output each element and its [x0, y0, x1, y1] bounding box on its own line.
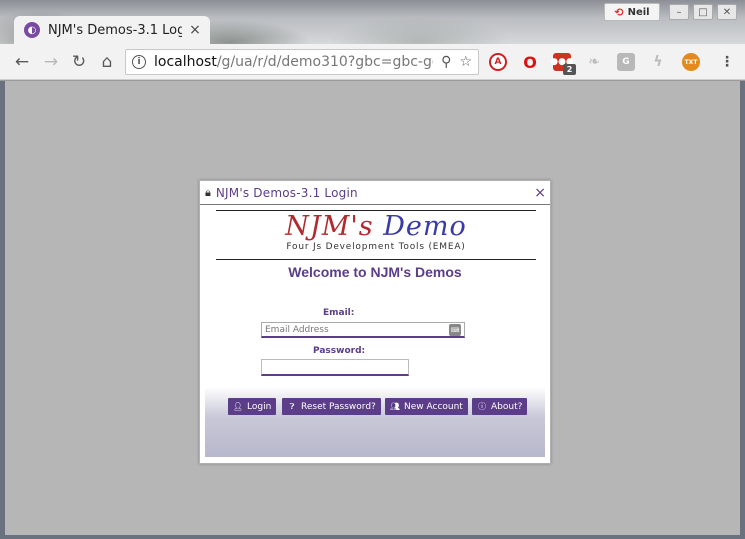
dialog-title: NJM's Demos-3.1 Login: [215, 185, 358, 200]
txt-extension-icon[interactable]: TXT: [682, 53, 700, 71]
header-divider: [204, 204, 547, 205]
app-favicon-icon: ◐: [24, 22, 40, 38]
tab-close-icon[interactable]: ×: [188, 22, 202, 38]
dialog-close-icon[interactable]: ×: [534, 185, 546, 201]
back-arrow-icon[interactable]: ←: [11, 51, 33, 73]
keyboard-icon[interactable]: ⌨: [449, 324, 461, 336]
logo: NJM's Demo Four Js Development Tools (EM…: [216, 211, 536, 259]
feather-extension-icon[interactable]: ❧: [585, 53, 603, 71]
question-icon: ❓︎: [289, 401, 295, 411]
new-account-label: New Account: [404, 401, 463, 412]
extension-badge-count: 2: [563, 64, 576, 75]
dialog-body: NJM's Demo Four Js Development Tools (EM…: [205, 207, 545, 457]
window-frame: [0, 535, 745, 539]
password-label: Password:: [313, 346, 366, 356]
forward-arrow-icon[interactable]: →: [40, 51, 62, 73]
login-dialog: 🔒︎ NJM's Demos-3.1 Login × NJM's Demo Fo…: [199, 180, 551, 464]
profile-button[interactable]: ⟲ Neil: [604, 3, 660, 21]
url-text: localhost/g/ua/r/d/demo310?gbc=gbc-gc: [154, 54, 434, 70]
new-account-button[interactable]: 👥︎ New Account: [385, 398, 468, 415]
info-icon: ⓘ: [478, 402, 486, 411]
close-window-button[interactable]: ✕: [717, 4, 737, 20]
reset-password-button[interactable]: ❓︎ Reset Password?: [282, 398, 381, 415]
zoom-search-icon[interactable]: ⚲: [441, 54, 451, 70]
bookmark-star-icon[interactable]: ☆: [459, 54, 472, 70]
sync-icon: ⟲: [614, 5, 624, 19]
address-bar[interactable]: i localhost/g/ua/r/d/demo310?gbc=gbc-gc …: [125, 49, 479, 75]
site-info-icon[interactable]: i: [132, 55, 146, 69]
window-frame: [740, 81, 745, 539]
opera-extension-icon[interactable]: O: [521, 53, 539, 72]
password-field[interactable]: [261, 359, 409, 376]
g-extension-icon[interactable]: G: [617, 53, 635, 71]
browser-tab[interactable]: ◐ NJM's Demos-3.1 Login ×: [14, 16, 210, 44]
profile-name: Neil: [627, 6, 650, 18]
lock-icon: 🔒︎: [205, 185, 211, 199]
add-user-icon: 👥︎: [389, 402, 401, 411]
menu-kebab-icon[interactable]: ⋮: [718, 53, 736, 71]
reset-password-label: Reset Password?: [301, 401, 376, 412]
tab-title: NJM's Demos-3.1 Login: [48, 22, 182, 38]
minimize-button[interactable]: –: [669, 4, 689, 20]
email-field[interactable]: [261, 322, 465, 338]
home-icon[interactable]: ⌂: [96, 51, 118, 73]
bolt-extension-icon[interactable]: ϟ: [649, 53, 667, 71]
about-button[interactable]: ⓘ About?: [472, 398, 528, 415]
login-button-label: Login: [247, 401, 272, 412]
adblock-extension-icon[interactable]: A: [489, 53, 507, 71]
welcome-heading: Welcome to NJM's Demos: [288, 264, 462, 280]
browser-titlebar: ◐ NJM's Demos-3.1 Login × ⟲ Neil – □ ✕: [0, 0, 745, 44]
logo-rule-bottom: [216, 259, 536, 260]
user-icon: 👤︎: [232, 402, 244, 411]
browser-toolbar: ← → ↻ ⌂ i localhost/g/ua/r/d/demo310?gbc…: [0, 44, 745, 80]
reload-icon[interactable]: ↻: [68, 51, 90, 73]
login-button[interactable]: 👤︎ Login: [228, 398, 277, 415]
dialog-header: 🔒︎ NJM's Demos-3.1 Login: [200, 181, 550, 205]
logo-subtitle: Four Js Development Tools (EMEA): [286, 242, 466, 252]
maximize-button[interactable]: □: [693, 4, 713, 20]
email-label: Email:: [323, 308, 355, 318]
logo-title: NJM's Demo: [285, 211, 467, 242]
about-label: About?: [491, 401, 523, 412]
